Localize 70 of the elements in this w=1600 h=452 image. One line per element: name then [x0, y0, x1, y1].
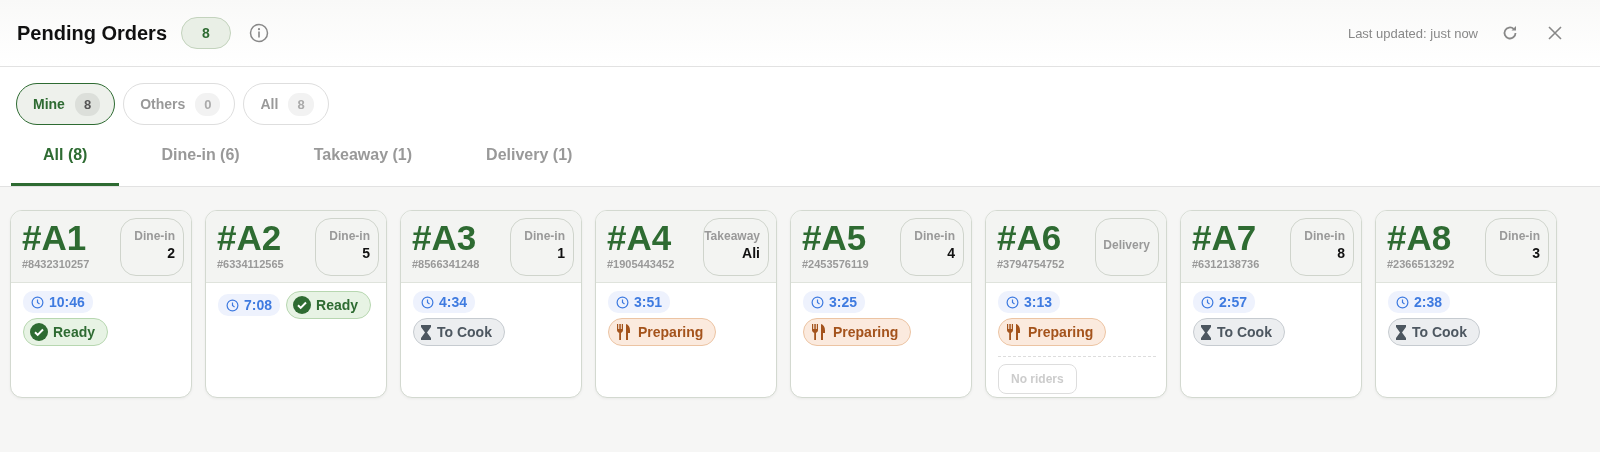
order-number: #A4: [607, 218, 673, 258]
fork-knife-icon: [810, 323, 828, 341]
status-chip: Preparing: [803, 318, 912, 346]
clock-icon: [1396, 295, 1409, 309]
clock-icon: [1006, 295, 1019, 309]
order-number: #A7: [1192, 218, 1258, 258]
order-reference: #1905443452: [607, 258, 675, 270]
hourglass-icon: [420, 323, 432, 341]
status-chip: Preparing: [998, 318, 1107, 346]
order-type-badge: Takeaway Ali: [703, 218, 769, 276]
timer-chip: 7:08: [218, 294, 281, 316]
order-number: #A1: [22, 218, 88, 258]
hourglass-icon: [1395, 323, 1407, 341]
order-type-badge: Dine-in 8: [1290, 218, 1354, 276]
order-reference: #8432310257: [22, 258, 90, 270]
timer-chip: 3:51: [608, 291, 671, 313]
order-type-badge: Dine-in 3: [1485, 218, 1549, 276]
order-type-tab[interactable]: All (8): [11, 141, 120, 186]
order-type-badge: Delivery: [1095, 218, 1159, 276]
timer-chip: 3:25: [803, 291, 866, 313]
order-card[interactable]: #A2 #6334112565 Dine-in 5 7:08 Ready: [205, 210, 387, 398]
status-chip: Ready: [23, 318, 109, 346]
status-chip: Ready: [286, 291, 372, 319]
hourglass-icon: [1200, 323, 1212, 341]
order-type-badge: Dine-in 1: [510, 218, 574, 276]
order-card[interactable]: #A7 #6312138736 Dine-in 8 2:57 To Cook: [1180, 210, 1362, 398]
clock-icon: [421, 295, 434, 309]
status-chip: To Cook: [1193, 318, 1285, 346]
fork-knife-icon: [1005, 323, 1023, 341]
last-updated-text: Last updated: just now: [1347, 25, 1478, 41]
order-card[interactable]: #A5 #2453576119 Dine-in 4 3:25 Preparing: [790, 210, 972, 398]
order-reference: #6334112565: [217, 258, 284, 270]
clock-icon: [1201, 295, 1214, 309]
clock-icon: [226, 298, 239, 312]
clock-icon: [616, 295, 629, 309]
clock-icon: [31, 295, 44, 309]
order-reference: #2453576119: [802, 258, 869, 270]
fork-knife-icon: [615, 323, 633, 341]
timer-chip: 2:38: [1388, 291, 1451, 313]
order-card[interactable]: #A8 #2366513292 Dine-in 3 2:38 To Cook: [1375, 210, 1557, 398]
check-circle-icon: [293, 296, 312, 314]
order-card[interactable]: #A4 #1905443452 Takeaway Ali 3:51 Preparing: [595, 210, 777, 398]
status-chip: Preparing: [608, 318, 717, 346]
order-type-badge: Dine-in 5: [315, 218, 379, 276]
order-number: #A5: [802, 218, 868, 258]
info-icon[interactable]: [248, 23, 269, 43]
timer-chip: 3:13: [998, 291, 1061, 313]
timer-chip: 2:57: [1193, 291, 1256, 313]
close-icon[interactable]: [1546, 24, 1564, 42]
owner-filter-chip[interactable]: Mine 8: [16, 83, 116, 125]
timer-chip: 4:34: [413, 291, 476, 313]
status-chip: To Cook: [1388, 318, 1480, 346]
clock-icon: [811, 295, 824, 309]
order-number: #A3: [412, 218, 478, 258]
check-circle-icon: [30, 323, 48, 341]
order-reference: #3794754752: [997, 258, 1065, 270]
order-count: 8: [181, 17, 231, 49]
order-reference: #6312138736: [1192, 258, 1260, 270]
order-type-badge: Dine-in 4: [900, 218, 964, 276]
order-type-badge: Dine-in 2: [120, 218, 184, 276]
order-number: #A6: [997, 218, 1063, 258]
order-reference: #8566341248: [412, 258, 480, 270]
order-number: #A2: [217, 218, 283, 258]
timer-chip: 10:46: [23, 291, 93, 313]
order-card[interactable]: #A1 #8432310257 Dine-in 2 10:46 Ready: [10, 210, 192, 398]
order-number: #A8: [1387, 218, 1453, 258]
order-card[interactable]: #A3 #8566341248 Dine-in 1 4:34 To Cook: [400, 210, 582, 398]
status-chip: To Cook: [413, 318, 505, 346]
panel-title: Pending Orders: [17, 21, 168, 45]
order-reference: #2366513292: [1387, 258, 1455, 270]
